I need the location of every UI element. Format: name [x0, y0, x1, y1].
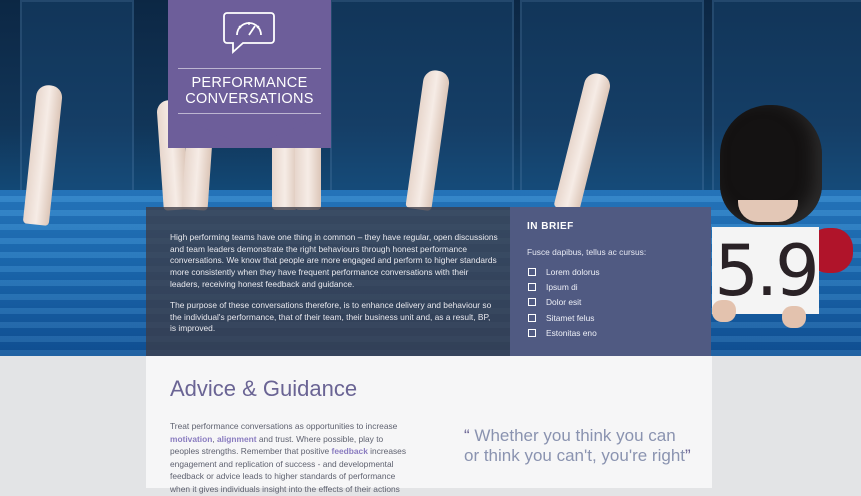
list-item: Sitamet felus [528, 310, 600, 325]
hand [782, 306, 806, 328]
guard-face [738, 200, 798, 222]
pull-quote: “ Whether you think you can or think you… [464, 426, 694, 466]
checkbox-icon [528, 329, 536, 338]
motivation-link[interactable]: motivation [170, 434, 212, 444]
banner-title: PERFORMANCE CONVERSATIONS [168, 75, 331, 107]
content-section: Advice & Guidance Treat performance conv… [146, 356, 712, 494]
banner-divider [178, 113, 321, 114]
text: Treat performance conversations as oppor… [170, 421, 398, 431]
list-item-label: Ipsum di [546, 282, 578, 293]
checkbox-icon [528, 313, 536, 322]
list-item-label: Lorem dolorus [546, 266, 600, 277]
in-brief-list: Lorem dolorus Ipsum di Dolor esit Sitame… [528, 264, 600, 341]
hand [712, 300, 736, 322]
intro-paragraph: High performing teams have one thing in … [170, 232, 498, 289]
quote-text: Whether you think you can or think you c… [464, 426, 685, 465]
section-title: Advice & Guidance [170, 376, 358, 401]
list-item-label: Dolor esit [546, 297, 582, 308]
intro-paragraph: The purpose of these conversations there… [170, 300, 492, 334]
alignment-link[interactable]: alignment [217, 434, 257, 444]
in-brief-panel: IN BRIEF Fusce dapibus, tellus ac cursus… [510, 207, 711, 356]
list-item: Dolor esit [528, 295, 600, 310]
list-item: Ipsum di [528, 279, 600, 294]
list-item: Lorem dolorus [528, 264, 600, 279]
banner-title-line: CONVERSATIONS [185, 91, 314, 107]
feedback-link[interactable]: feedback [332, 446, 368, 456]
list-item-label: Sitamet felus [546, 312, 595, 323]
banner-title-line: PERFORMANCE [191, 75, 308, 91]
checkbox-icon [528, 267, 536, 276]
score-value: 5.9 [714, 230, 819, 312]
in-brief-title: IN BRIEF [527, 221, 574, 232]
list-item-label: Estonitas eno [546, 328, 597, 339]
in-brief-subtitle: Fusce dapibus, tellus ac cursus: [527, 247, 647, 257]
banner-point [168, 113, 331, 147]
advice-paragraph: Treat performance conversations as oppor… [170, 420, 410, 496]
list-item: Estonitas eno [528, 326, 600, 341]
quote-close: ” [685, 446, 691, 465]
speech-gauge-icon [223, 12, 275, 55]
checkbox-icon [528, 283, 536, 292]
window-pane [520, 0, 704, 194]
checkbox-icon [528, 298, 536, 307]
banner-divider [178, 68, 321, 69]
intro-panel: High performing teams have one thing in … [146, 207, 510, 356]
